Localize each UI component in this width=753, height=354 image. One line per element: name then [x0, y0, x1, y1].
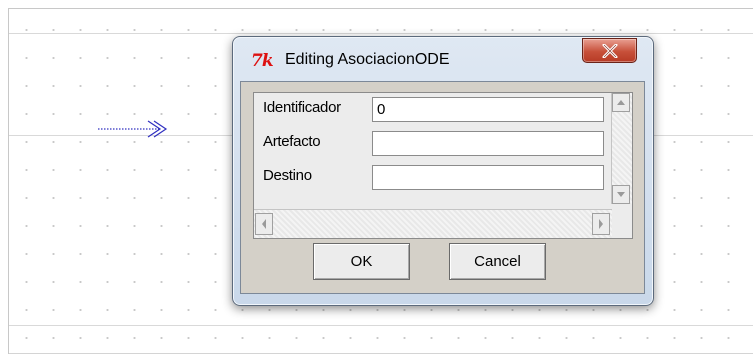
field-label: Identificador	[263, 99, 341, 116]
field-row-identificador: Identificador	[254, 93, 612, 127]
artefacto-input[interactable]	[372, 131, 604, 156]
scroll-down-button[interactable]	[612, 185, 630, 204]
field-row-artefacto: Artefacto	[254, 127, 612, 161]
arrow-right-icon	[599, 219, 603, 229]
scroll-left-button[interactable]	[255, 213, 273, 235]
scroll-up-button[interactable]	[612, 93, 630, 112]
close-icon	[602, 44, 618, 58]
edit-dialog: 7k Editing AsociacionODE Identificador A…	[232, 36, 654, 306]
horizontal-scrollbar[interactable]	[254, 209, 612, 238]
cancel-button[interactable]: Cancel	[449, 243, 546, 280]
dialog-client: Identificador Artefacto Destino	[240, 81, 645, 294]
dialog-title: Editing AsociacionODE	[285, 51, 450, 68]
field-label: Artefacto	[263, 133, 321, 150]
arrow-left-icon	[262, 219, 266, 229]
association-arrow[interactable]	[90, 118, 170, 140]
close-button[interactable]	[582, 38, 637, 63]
destino-input[interactable]	[372, 165, 604, 190]
vertical-scrollbar[interactable]	[611, 93, 632, 204]
arrow-up-icon	[617, 100, 625, 105]
arrow-down-icon	[617, 192, 625, 197]
ok-button[interactable]: OK	[313, 243, 410, 280]
scroll-right-button[interactable]	[592, 213, 610, 235]
field-label: Destino	[263, 167, 312, 184]
field-row-destino: Destino	[254, 161, 612, 195]
property-table: Identificador Artefacto Destino	[253, 92, 633, 239]
scrollbar-corner	[612, 210, 632, 238]
identificador-input[interactable]	[372, 97, 604, 122]
dialog-title-bar[interactable]: 7k Editing AsociacionODE	[233, 37, 653, 81]
tk-feather-icon: 7k	[251, 51, 274, 71]
